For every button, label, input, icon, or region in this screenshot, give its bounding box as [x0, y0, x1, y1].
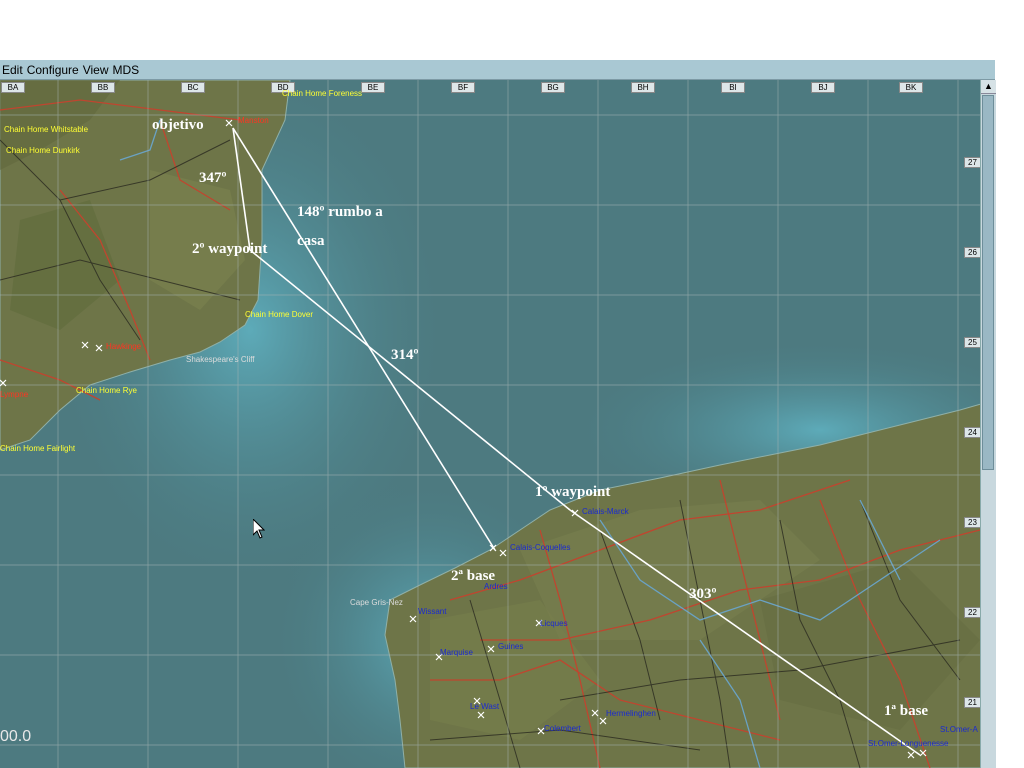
- scrollbar-thumb[interactable]: [982, 95, 994, 470]
- coordinate-readout: 00.0: [0, 728, 32, 745]
- airfield-label[interactable]: Colembert: [544, 724, 581, 733]
- map-canvas[interactable]: [0, 80, 995, 768]
- menu-edit[interactable]: Edit: [0, 63, 25, 77]
- grid-row-header: 25: [964, 337, 981, 348]
- vertical-scrollbar[interactable]: ▲: [980, 80, 996, 768]
- airfield-label[interactable]: Hawkinge: [106, 342, 141, 351]
- grid-col-header: BF: [451, 82, 475, 93]
- radar-label[interactable]: Chain Home Fairlight: [0, 444, 75, 453]
- annotation-heading: casa: [297, 233, 325, 249]
- airfield-label[interactable]: Calais-Coquelles: [510, 543, 570, 552]
- grid-row-header: 27: [964, 157, 981, 168]
- airfield-label[interactable]: Hermelinghen: [606, 709, 656, 718]
- grid-col-header: BI: [721, 82, 745, 93]
- grid-row-header: 21: [964, 697, 981, 708]
- menu-view[interactable]: View: [81, 63, 111, 77]
- annotation-heading: 347º: [199, 170, 227, 186]
- annotation-base: 2ª base: [451, 568, 496, 584]
- annotation-heading: 314º: [391, 347, 419, 363]
- grid-col-header: BG: [541, 82, 565, 93]
- airfield-label[interactable]: Licques: [540, 619, 568, 628]
- airfield-label[interactable]: Lympne: [0, 390, 28, 399]
- menu-bar: Edit Configure View MDS: [0, 60, 995, 80]
- grid-col-header: BA: [1, 82, 25, 93]
- grid-col-header: BB: [91, 82, 115, 93]
- grid-row-header: 22: [964, 607, 981, 618]
- annotation-waypoint: 2º waypoint: [192, 241, 268, 257]
- airfield-label[interactable]: Marquise: [440, 648, 473, 657]
- airfield-label[interactable]: Le Wast: [470, 702, 499, 711]
- landmark-label: Shakespeare's Cliff: [186, 355, 255, 364]
- airfield-label[interactable]: St.Omer-A: [940, 725, 978, 734]
- landmark-label: Cape Gris-Nez: [350, 598, 403, 607]
- grid-row-header: 24: [964, 427, 981, 438]
- grid-col-header: BJ: [811, 82, 835, 93]
- grid-col-header: BE: [361, 82, 385, 93]
- radar-label[interactable]: Chain Home Foreness: [282, 89, 362, 98]
- map-view[interactable]: BA BB BC BD BE BF BG BH BI BJ BK 27 26 2…: [0, 80, 995, 768]
- radar-label[interactable]: Chain Home Rye: [76, 386, 137, 395]
- mouse-cursor-icon: [252, 517, 266, 544]
- grid-col-header: BC: [181, 82, 205, 93]
- airfield-label[interactable]: Guines: [498, 642, 523, 651]
- menu-mds[interactable]: MDS: [111, 63, 142, 77]
- radar-label[interactable]: Chain Home Dunkirk: [6, 146, 80, 155]
- airfield-label[interactable]: Manston: [238, 116, 269, 125]
- annotation-heading: 303º: [689, 586, 717, 602]
- airfield-label[interactable]: Wissant: [418, 607, 446, 616]
- annotation-objective: objetivo: [152, 117, 204, 133]
- annotation-base: 1ª base: [884, 703, 929, 719]
- grid-row-header: 23: [964, 517, 981, 528]
- airfield-label[interactable]: St.Omer-Longuenesse: [868, 739, 949, 748]
- annotation-waypoint: 1º waypoint: [535, 484, 611, 500]
- menu-configure[interactable]: Configure: [25, 63, 81, 77]
- airfield-label[interactable]: Calais-Marck: [582, 507, 629, 516]
- scroll-up-arrow-icon[interactable]: ▲: [981, 80, 996, 94]
- annotation-heading: 148º rumbo a: [297, 204, 383, 220]
- radar-label[interactable]: Chain Home Dover: [245, 310, 313, 319]
- grid-col-header: BH: [631, 82, 655, 93]
- grid-col-header: BK: [899, 82, 923, 93]
- radar-label[interactable]: Chain Home Whitstable: [4, 125, 88, 134]
- grid-row-header: 26: [964, 247, 981, 258]
